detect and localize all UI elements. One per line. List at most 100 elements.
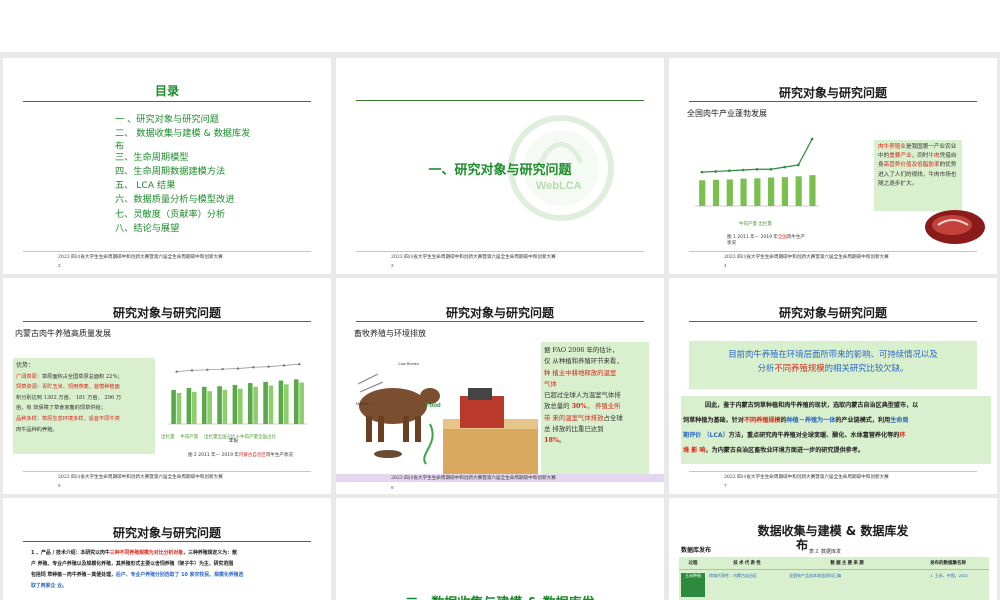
bar	[795, 176, 802, 206]
bar-series-1	[217, 386, 222, 424]
line-point	[221, 367, 224, 371]
slide-thumbnail-9[interactable]: 二、数据收集与建模 & 数据库发	[336, 498, 664, 600]
advantages-textbox: 优势： 广阔草原：草原面积占全国草原总面积 22%； 饲草资源：青贮玉米、饲用燕…	[13, 358, 155, 454]
database-table: 过程 技 术 代 表 性 数 据 主 要 来 源 发布的数据集名称 玉米种植 地…	[679, 557, 989, 600]
page-number: 7	[724, 483, 727, 488]
line-point	[175, 370, 178, 373]
toc-list: 一 、研究对象与研究问题 二、 数据收集与建模 & 数据库发 布 三、生命周期模…	[115, 113, 250, 236]
toc-item: 二、 数据收集与建模 & 数据库发	[115, 128, 251, 140]
footer-line	[689, 471, 977, 472]
line-point	[236, 367, 240, 370]
slide-thumbnail-3[interactable]: WebLCA 一、研究对象与研究问题 2023 四川省大学生生命周期碳中和创新大…	[336, 58, 664, 274]
slide-footer: 2023 四川省大学生生命周期碳中和创新大赛暨第六届全生命周期碳中和创新大赛	[58, 475, 223, 480]
section-label: 数据库发布	[681, 548, 712, 554]
highlight-textbox: 肉牛养殖业是我国第一产业农业中的重要产业，同时牛肉凭借自身高营养价值及低脂肪率的…	[874, 140, 962, 211]
toc-item: 五、 LCA 结果	[115, 180, 176, 192]
line-point	[783, 165, 786, 169]
line-point	[810, 137, 814, 141]
slide-thumbnail-8[interactable]: 研究对象与研究问题 1 、产品 / 技术介绍：本研究以肉牛三种不同养殖规模为对比…	[3, 498, 331, 600]
title-divider	[356, 321, 644, 322]
watermark-text: WebLCA	[536, 180, 582, 192]
bar	[712, 179, 720, 206]
research-plan-box: 因此，鉴于内蒙古饲草种植和肉牛养殖的现状，选取内蒙古自治区典型盟市，以 饲草种植…	[681, 396, 991, 464]
chart-legend: 牛肉产量 出栏量	[739, 222, 772, 227]
line-point	[252, 366, 255, 369]
slide-title: 研究对象与研究问题	[778, 306, 887, 320]
bar	[809, 175, 816, 206]
top-bar	[0, 0, 1000, 52]
slide-footer: 2023 四川省大学生生命周期碳中和创新大赛暨第六届全生命周期碳中和创新大赛	[724, 475, 889, 480]
national-beef-chart	[695, 137, 819, 207]
slide-thumbnail-7[interactable]: 研究对象与研究问题 目前肉牛养殖在环境层面所带来的影响、可持续情况以及 分析不同…	[669, 278, 997, 494]
title-divider	[689, 101, 977, 102]
bar-series-2	[284, 384, 289, 424]
slide-thumbnail-2[interactable]: 目录 一 、研究对象与研究问题 二、 数据收集与建模 & 数据库发 布 三、生命…	[3, 58, 331, 274]
slide-footer: 2023 四川省大学生生命周期碳中和创新大赛暨第六届全生命周期碳中和创新大赛	[391, 255, 556, 260]
toc-item: 七、灵敏度（贡献率）分析	[115, 208, 226, 220]
page-number: 3	[391, 263, 394, 268]
bar	[726, 179, 733, 206]
toc-item: 六、数据质量分析与模型改进	[115, 194, 235, 206]
slide-thumbnail-5[interactable]: 研究对象与研究问题 内蒙古肉牛养殖高质量发展 优势： 广阔草原：草原面积占全国草…	[3, 278, 331, 494]
slide-footer: 2023 四川省大学生生命周期碳中和创新大赛暨第六届全生命周期碳中和创新大赛	[58, 255, 223, 260]
inner-mongolia-beef-chart	[169, 363, 307, 425]
title-divider	[23, 101, 311, 102]
title-divider	[23, 321, 311, 322]
cow-rumen-label: Cow Rumen	[398, 362, 419, 366]
line-point	[769, 167, 773, 171]
footer-line	[23, 251, 311, 252]
chart-legend: 出栏量 牛肉产量 出栏量全国占比十牛肉产量全国占比	[161, 435, 276, 440]
bar-series-2	[222, 389, 228, 424]
bar-series-2	[299, 382, 304, 424]
bar-series-1	[186, 388, 192, 424]
bar-series-1	[263, 381, 268, 424]
bar-series-2	[192, 391, 197, 424]
footer-line	[356, 251, 644, 252]
line-point	[190, 369, 194, 372]
line-point	[700, 170, 704, 174]
series-line	[701, 138, 813, 173]
footer-line	[689, 251, 977, 252]
page-number: 2	[58, 263, 61, 268]
bar	[768, 177, 775, 206]
toc-item: 布	[115, 140, 125, 152]
toc-item: 四、生命周期数据建模方法	[115, 165, 226, 177]
bar	[740, 178, 747, 206]
toc-item: 一 、研究对象与研究问题	[115, 114, 219, 125]
bar-series-2	[268, 385, 274, 424]
bar-series-1	[247, 383, 253, 424]
slide-thumbnail-6[interactable]: 研究对象与研究问题 畜牧养殖与环境排放 Cow Rumen Manure Foo…	[336, 278, 664, 494]
slide-title: 研究对象与研究问题	[112, 526, 221, 540]
bar-series-1	[171, 389, 176, 424]
bar-series-2	[238, 388, 243, 424]
slide-thumbnail-4[interactable]: 研究对象与研究问题 全国肉牛产业蓬勃发展 牛肉产量 出栏量 图 1 2011 年…	[669, 58, 997, 274]
bar	[699, 180, 706, 206]
line-point	[728, 169, 731, 173]
fao-textbox: 据 FAO 2006 年的估计， 仅 从种植和养殖环节来看， 种 植业中耕地释放…	[541, 342, 649, 474]
figure-caption: 图 2 2011 年— 2019 年内蒙古自治区肉牛生产状况	[188, 453, 293, 458]
line-point	[267, 365, 270, 368]
slide-subtitle: 畜牧养殖与环境排放	[354, 329, 426, 338]
bar-series-1	[232, 384, 238, 424]
table-row: 玉米种植 地域代表性：内蒙古自治区 全国农产品成本收益资料汇编 1. 玉米，中国…	[679, 570, 989, 597]
bar-series-1	[278, 380, 284, 424]
slide-title: 研究对象与研究问题	[778, 86, 887, 100]
bar-series-2	[176, 393, 182, 424]
food-label: Food	[426, 403, 441, 409]
bar-series-1	[293, 379, 299, 424]
figure-caption: 图 1 2011 年— 2019 年全国肉牛生产 状况	[727, 235, 805, 246]
bar-series-1	[201, 386, 207, 424]
slide-title: 研究对象与研究问题	[445, 306, 554, 320]
line-point	[282, 364, 286, 367]
footer-line	[23, 471, 311, 472]
page-number: 4	[724, 263, 727, 268]
title-divider	[689, 321, 977, 322]
bar	[754, 178, 761, 206]
page-number: 6	[391, 485, 394, 490]
table-header: 过程 技 术 代 表 性 数 据 主 要 来 源 发布的数据集名称	[679, 557, 989, 570]
research-gap-box: 目前肉牛养殖在环境层面所带来的影响、可持续情况以及 分析不同养殖规模的相关研究比…	[689, 341, 977, 389]
title-divider	[23, 541, 311, 542]
slide-title: 目录	[154, 84, 179, 98]
slide-thumbnail-10[interactable]: 数据收集与建模 & 数据库发 布 数据库发布 表 2. 数据库发 过程 技 术 …	[669, 498, 997, 600]
beef-meat-image	[925, 210, 985, 244]
